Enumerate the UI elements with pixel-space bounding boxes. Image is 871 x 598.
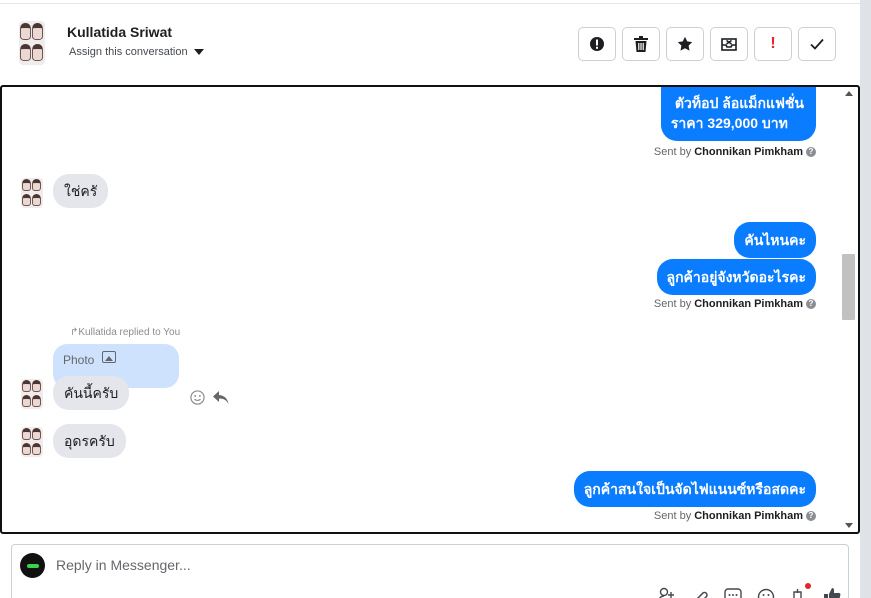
message-thread[interactable]: ตัวท็อป ล้อแม็กแฟชั่น ราคา 329,000 บาท S… [0, 85, 860, 534]
contact-avatar[interactable] [19, 21, 45, 65]
archive-button[interactable] [710, 27, 748, 61]
star-icon [677, 36, 693, 51]
sent-by-label: Sent by Chonnikan Pimkham ? [654, 510, 816, 522]
help-icon[interactable]: ? [806, 511, 816, 521]
reply-icon[interactable] [213, 390, 229, 405]
page-avatar [20, 553, 45, 578]
message-line: ราคา 329,000 บาท [670, 115, 788, 131]
help-icon[interactable]: ? [806, 299, 816, 309]
add-contact-icon[interactable] [657, 587, 677, 598]
tag-icon[interactable] [789, 583, 811, 598]
exclamation-mark-icon: ! [770, 35, 776, 52]
contact-avatar[interactable] [21, 379, 43, 409]
contact-avatar[interactable] [21, 178, 43, 208]
conversation-header: Kullatida Sriwat Assign this conversatio… [0, 4, 860, 84]
paperclip-icon[interactable] [690, 587, 710, 598]
reply-note: ↱Kullatida replied to You [70, 327, 181, 338]
sent-by-prefix: Sent by [653, 510, 692, 522]
sent-by-agent: Chonnikan Pimkham [694, 146, 803, 158]
sent-by-agent: Chonnikan Pimkham [694, 510, 803, 522]
exclamation-circle-icon [590, 37, 604, 51]
incoming-message[interactable]: ใช่ครั [53, 174, 109, 208]
message-actions [190, 390, 229, 405]
thumbs-up-icon[interactable] [822, 587, 842, 598]
outgoing-message[interactable]: ลูกค้าสนใจเป็นจัดไฟแนนซ์หรือสดคะ [573, 471, 816, 507]
caret-down-icon [193, 49, 204, 55]
sent-by-label: Sent by Chonnikan Pimkham ? [654, 146, 816, 158]
star-button[interactable] [666, 27, 704, 61]
sent-by-label: Sent by Chonnikan Pimkham ? [654, 298, 816, 310]
reply-input[interactable] [56, 557, 656, 573]
saved-reply-icon[interactable] [723, 587, 743, 598]
reply-composer [11, 544, 849, 598]
contact-avatar[interactable] [21, 427, 43, 457]
message-line: ตัวท็อป ล้อแม็กแฟชั่น [674, 95, 804, 111]
page-scrollbar-track[interactable] [860, 0, 871, 598]
conversation-toolbar: ! [578, 27, 836, 61]
thread-scrollbar[interactable] [842, 87, 856, 532]
notification-dot [805, 583, 811, 589]
done-button[interactable] [798, 27, 836, 61]
assign-conversation-dropdown[interactable]: Assign this conversation [69, 46, 204, 58]
emoji-react-icon[interactable] [190, 390, 205, 405]
emoji-icon[interactable] [756, 587, 776, 598]
trash-icon [634, 36, 648, 52]
inbox-conversation-panel: Kullatida Sriwat Assign this conversatio… [0, 0, 871, 598]
sent-by-agent: Chonnikan Pimkham [694, 298, 803, 310]
delete-button[interactable] [622, 27, 660, 61]
outgoing-message[interactable]: ลูกค้าอยู่จังหวัดอะไรคะ [656, 259, 816, 295]
scroll-down-arrow-icon[interactable] [845, 523, 853, 528]
report-spam-button[interactable] [578, 27, 616, 61]
assign-label: Assign this conversation [69, 46, 188, 58]
contact-name[interactable]: Kullatida Sriwat [67, 24, 172, 40]
composer-actions [657, 583, 842, 598]
photo-label: Photo [63, 353, 95, 367]
outgoing-message[interactable]: ตัวท็อป ล้อแม็กแฟชั่น ราคา 329,000 บาท [660, 87, 816, 141]
important-button[interactable]: ! [754, 27, 792, 61]
scrollbar-thumb[interactable] [842, 254, 855, 320]
incoming-message[interactable]: อุดรครับ [53, 424, 126, 458]
image-icon [102, 351, 117, 363]
envelope-x-icon [721, 38, 737, 51]
outgoing-message[interactable]: คันไหนคะ [734, 222, 816, 258]
incoming-message[interactable]: คันนี้ครับ [53, 376, 130, 410]
scroll-up-arrow-icon[interactable] [845, 91, 853, 96]
sent-by-prefix: Sent by [653, 298, 692, 310]
checkmark-icon [810, 38, 824, 50]
sent-by-prefix: Sent by [653, 146, 692, 158]
help-icon[interactable]: ? [806, 147, 816, 157]
